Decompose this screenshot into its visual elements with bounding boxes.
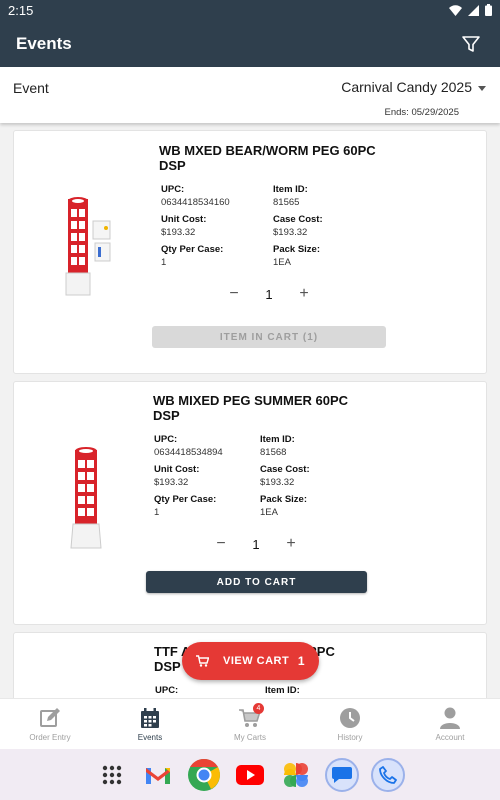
unit-cost-value: $193.32: [154, 477, 189, 488]
dropdown-caret-icon: [478, 85, 486, 91]
quantity-value: 1: [265, 286, 273, 302]
quantity-stepper: − 1 +: [224, 285, 314, 303]
photos-icon[interactable]: [279, 758, 313, 792]
nav-my-carts[interactable]: 4 My Carts: [200, 699, 300, 749]
unit-cost-value: $193.32: [161, 227, 196, 238]
gmail-icon[interactable]: [141, 758, 175, 792]
increment-button[interactable]: +: [281, 535, 301, 553]
qty-per-case-label: Qty Per Case:: [161, 244, 224, 255]
upc-value: 0634418534894: [154, 447, 223, 458]
product-image: [69, 444, 103, 557]
case-cost-value: $193.32: [260, 477, 295, 488]
item-id-label: Item ID:: [260, 434, 295, 445]
nav-label: Account: [435, 733, 465, 742]
product-details: UPC: 0634418534160 Item ID: 81565 Unit Cos…: [161, 183, 385, 272]
event-dropdown[interactable]: Carnival Candy 2025: [341, 79, 486, 95]
upc-value: 0634418534160: [161, 197, 230, 208]
cart-icon: 4: [238, 703, 264, 730]
case-cost-label: Case Cost:: [273, 214, 323, 225]
nav-events[interactable]: Events: [100, 699, 200, 749]
event-label: Event: [13, 80, 49, 96]
item-id-label: Item ID:: [265, 685, 300, 696]
quantity-value: 1: [252, 536, 260, 552]
signal-icon: [468, 4, 479, 16]
product-name-line2: DSP: [154, 659, 181, 674]
qty-per-case-value: 1: [154, 507, 160, 518]
case-cost-value: $193.32: [273, 227, 308, 238]
item-id-value: 81568: [260, 447, 287, 458]
person-icon: [438, 706, 462, 730]
upc-label: UPC:: [154, 434, 178, 445]
event-end-date: Ends: 05/29/2025: [384, 107, 459, 118]
cart-count-badge: 4: [253, 703, 264, 714]
product-card: WB MIXED PEG SUMMER 60PC DSP UPC: 0634418…: [13, 381, 487, 625]
decrement-button[interactable]: −: [211, 535, 231, 553]
phone-icon[interactable]: [371, 757, 405, 792]
add-to-cart-button[interactable]: ADD TO CART: [146, 571, 367, 593]
nav-label: Events: [137, 733, 163, 742]
product-details: UPC: 0634418534894 Item ID: 81568 Unit Cos…: [154, 433, 366, 522]
item-id-label: Item ID:: [273, 184, 308, 195]
status-bar: 2:15: [0, 0, 500, 20]
wifi-icon: [449, 4, 462, 16]
pack-size-value: 1EA: [260, 507, 278, 518]
clock-icon: [338, 706, 362, 730]
nav-history[interactable]: History: [300, 699, 400, 749]
event-selected-value: Carnival Candy 2025: [341, 79, 472, 95]
nav-label: Order Entry: [29, 733, 71, 742]
upc-label: UPC:: [161, 184, 185, 195]
upc-label: UPC:: [155, 685, 179, 696]
product-name: WB MIXED PEG SUMMER 60PC DSP: [153, 393, 349, 423]
unit-cost-label: Unit Cost:: [161, 214, 207, 225]
nav-account[interactable]: Account: [400, 699, 500, 749]
qty-per-case-label: Qty Per Case:: [154, 494, 217, 505]
system-icons: [449, 4, 492, 16]
app-bar: Events: [0, 20, 500, 67]
product-name: WB MXED BEAR/WORM PEG 60PC DSP: [159, 143, 376, 173]
cart-icon: [196, 655, 209, 667]
item-in-cart-button[interactable]: ITEM IN CART (1): [152, 326, 386, 348]
event-selector-bar: Event Carnival Candy 2025 Ends: 05/29/20…: [0, 67, 500, 123]
nav-order-entry[interactable]: Order Entry: [0, 699, 100, 749]
system-dock: [0, 749, 500, 800]
decrement-button[interactable]: −: [224, 285, 244, 303]
battery-icon: [485, 4, 492, 16]
view-cart-label: VIEW CART: [223, 655, 290, 667]
increment-button[interactable]: +: [294, 285, 314, 303]
unit-cost-label: Unit Cost:: [154, 464, 200, 475]
status-time: 2:15: [8, 2, 34, 18]
bottom-navigation: Order Entry Events 4 My Carts History Ac…: [0, 698, 500, 749]
page-title: Events: [16, 33, 72, 53]
edit-icon: [38, 706, 62, 730]
product-image: [62, 195, 114, 308]
case-cost-label: Case Cost:: [260, 464, 310, 475]
view-cart-button[interactable]: VIEW CART 1: [182, 642, 319, 680]
qty-per-case-value: 1: [161, 257, 167, 268]
view-cart-count: 1: [297, 654, 305, 668]
quantity-stepper: − 1 +: [211, 535, 301, 553]
nav-label: History: [337, 733, 363, 742]
filter-icon[interactable]: [458, 31, 484, 57]
product-details: UPC: Item ID:: [155, 684, 375, 697]
product-list[interactable]: WB MXED BEAR/WORM PEG 60PC DSP UPC: 06344…: [0, 123, 500, 698]
calendar-icon: [138, 706, 162, 730]
pack-size-label: Pack Size:: [260, 494, 307, 505]
product-card: WB MXED BEAR/WORM PEG 60PC DSP UPC: 06344…: [13, 130, 487, 374]
messages-icon[interactable]: [325, 757, 359, 792]
app-drawer-icon[interactable]: [95, 758, 129, 792]
youtube-icon[interactable]: [233, 758, 267, 792]
chrome-icon[interactable]: [187, 758, 221, 792]
nav-label: My Carts: [234, 733, 266, 742]
item-id-value: 81565: [273, 197, 300, 208]
pack-size-value: 1EA: [273, 257, 291, 268]
pack-size-label: Pack Size:: [273, 244, 320, 255]
